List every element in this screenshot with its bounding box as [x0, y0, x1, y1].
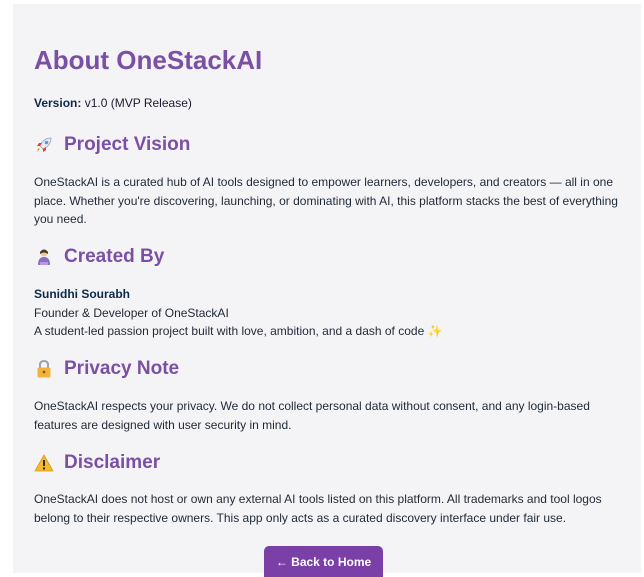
author-name: Sunidhi Sourabh: [34, 287, 130, 301]
disclaimer-heading: Disclaimer: [34, 452, 160, 474]
rocket-icon: [34, 135, 56, 155]
version-line: Version: v1.0 (MVP Release): [34, 96, 192, 110]
version-value: v1.0 (MVP Release): [84, 96, 192, 110]
vision-heading: Project Vision: [34, 134, 190, 156]
disclaimer-heading-text: Disclaimer: [64, 452, 161, 473]
sparkle-icon: ✨: [427, 324, 443, 338]
created-by-heading: Created By: [34, 246, 164, 268]
privacy-heading-text: Privacy Note: [64, 358, 180, 379]
privacy-text: OneStackAI respects your privacy. We do …: [34, 399, 590, 432]
privacy-heading: Privacy Note: [34, 358, 179, 380]
author-tagline-line: A student-led passion project built with…: [34, 322, 619, 341]
created-by-block: Sunidhi Sourabh Founder & Developer of O…: [34, 285, 619, 341]
version-label: Version:: [34, 96, 82, 110]
warning-icon: [34, 453, 56, 473]
page-title: About OneStackAI: [34, 45, 263, 75]
author-tagline: A student-led passion project built with…: [34, 324, 425, 338]
about-panel: About OneStackAI Version: v1.0 (MVP Rele…: [13, 4, 641, 577]
lock-icon: [34, 359, 56, 379]
vision-heading-text: Project Vision: [64, 134, 191, 155]
person-icon: [34, 247, 56, 267]
created-by-heading-text: Created By: [64, 246, 165, 267]
author-role: Founder & Developer of OneStackAI: [34, 305, 229, 320]
vision-text: OneStackAI is a curated hub of AI tools …: [34, 175, 618, 226]
back-to-home-button[interactable]: ← Back to Home: [264, 546, 383, 577]
disclaimer-text: OneStackAI does not host or own any exte…: [34, 492, 602, 525]
